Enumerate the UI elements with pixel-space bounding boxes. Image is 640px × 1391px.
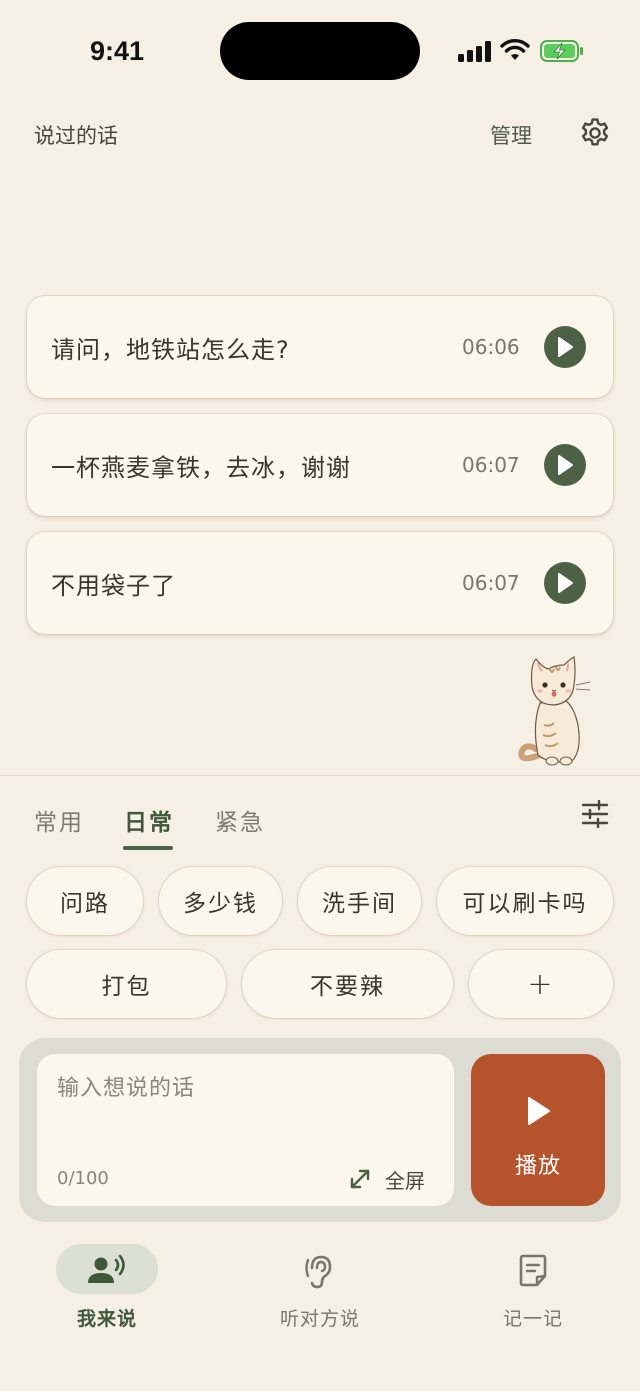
nav-label: 我来说 [76, 1308, 137, 1330]
play-icon [558, 573, 573, 593]
ear-icon [305, 1255, 332, 1289]
expand-icon [350, 1169, 370, 1189]
cat-illustration [518, 656, 591, 766]
play-button-label: 播放 [514, 1154, 561, 1179]
manage-button[interactable]: 管理 [490, 120, 532, 150]
tab-emergency[interactable]: 紧急 [215, 803, 265, 837]
quick-phrase-chip[interactable]: 打包 [27, 950, 226, 1018]
quick-phrase-chip[interactable]: 可以刷卡吗 [437, 867, 613, 935]
play-phrase-button[interactable] [544, 326, 586, 368]
note-icon [519, 1254, 547, 1287]
input-placeholder: 输入想说的话 [57, 1076, 196, 1101]
nav-item-notes[interactable]: 记一记 [453, 1244, 613, 1334]
phrase-card[interactable]: 不用袋子了 06:07 [27, 532, 613, 634]
active-tab-indicator [123, 846, 173, 850]
nav-label: 听对方说 [279, 1308, 360, 1330]
battery-charging-icon [540, 40, 583, 62]
status-time: 9:41 [90, 36, 145, 66]
nav-item-listen[interactable]: 听对方说 [240, 1244, 400, 1334]
phrase-text: 请问，地铁站怎么走? [51, 336, 290, 364]
page-title: 说过的话 [34, 124, 118, 148]
add-phrase-button[interactable]: + [469, 950, 613, 1018]
quick-phrase-chip[interactable]: 不要辣 [242, 950, 453, 1018]
fullscreen-label: 全屏 [385, 1168, 425, 1193]
play-phrase-button[interactable] [544, 562, 586, 604]
tab-daily[interactable]: 日常 [124, 803, 174, 837]
speaking-person-icon [88, 1254, 125, 1283]
quick-phrase-chip[interactable]: 洗手间 [298, 867, 421, 935]
sliders-icon[interactable] [580, 800, 610, 828]
wifi-icon [500, 39, 530, 60]
phrase-time: 06:07 [462, 453, 520, 477]
quick-phrase-chip[interactable]: 多少钱 [159, 867, 282, 935]
status-bar: 9:41 [0, 0, 640, 100]
play-icon [558, 455, 573, 475]
gear-icon[interactable] [578, 116, 612, 150]
play-button[interactable]: 播放 [471, 1054, 605, 1206]
nav-label: 记一记 [502, 1308, 563, 1330]
phrase-time: 06:06 [462, 335, 520, 359]
play-icon [528, 1097, 550, 1125]
phrase-text: 一杯燕麦拿铁，去冰，谢谢 [51, 454, 351, 482]
phrase-text: 不用袋子了 [51, 572, 176, 600]
phrase-card[interactable]: 一杯燕麦拿铁，去冰，谢谢 06:07 [27, 414, 613, 516]
section-divider [0, 775, 640, 776]
screen: 9:41 说过的话 管理 请问，地铁站怎么走? 06:06 一杯燕麦拿铁，去冰，… [0, 0, 640, 1391]
dynamic-island [220, 22, 420, 80]
quick-phrase-chip[interactable]: 问路 [27, 867, 143, 935]
char-count: 0/100 [57, 1168, 109, 1189]
phrase-input-field[interactable]: 输入想说的话 0/100 全屏 [37, 1054, 454, 1206]
play-phrase-button[interactable] [544, 444, 586, 486]
tab-common[interactable]: 常用 [34, 803, 84, 837]
phrase-time: 06:07 [462, 571, 520, 595]
phrase-card[interactable]: 请问，地铁站怎么走? 06:06 [27, 296, 613, 398]
cellular-signal-icon [458, 40, 492, 62]
play-icon [558, 337, 573, 357]
nav-item-speak[interactable]: 我来说 [27, 1244, 187, 1334]
fullscreen-button[interactable]: 全屏 [349, 1164, 425, 1194]
